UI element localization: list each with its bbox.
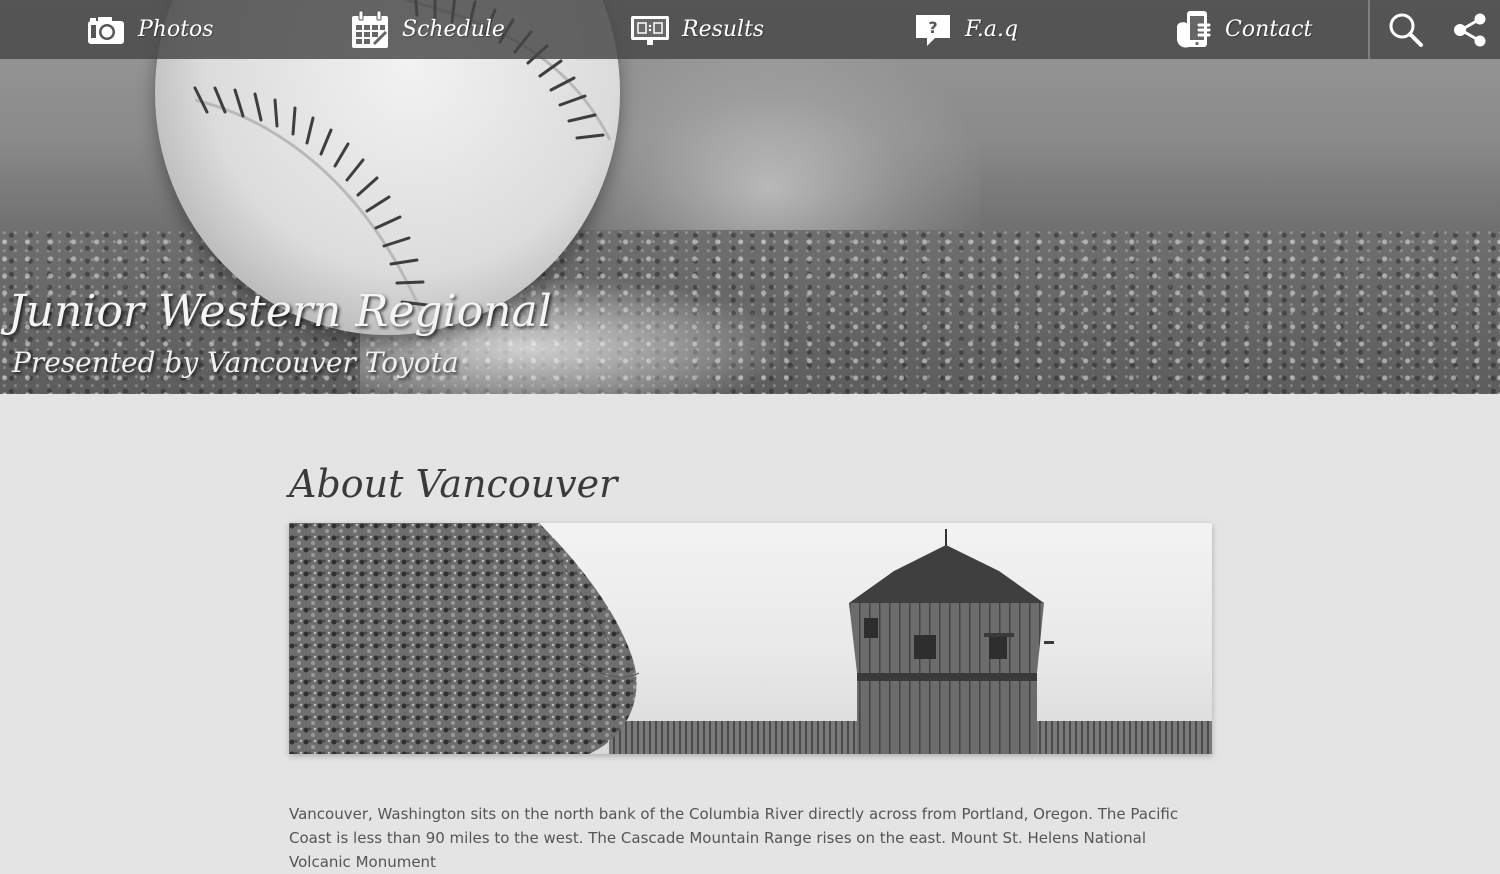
nav-label-contact: Contact bbox=[1225, 17, 1313, 42]
camera-icon bbox=[88, 16, 124, 44]
svg-text:?: ? bbox=[928, 18, 937, 37]
nav-label-results: Results bbox=[682, 17, 765, 42]
vancouver-fort-photo bbox=[289, 523, 1212, 754]
nav-item-faq[interactable]: ? F.a.q bbox=[913, 0, 1018, 59]
search-icon bbox=[1389, 13, 1423, 47]
scoreboard-icon bbox=[631, 15, 669, 45]
nav-divider bbox=[1368, 0, 1370, 59]
top-navigation-bar: Photos Schedule Results ? F.a.q Contact bbox=[0, 0, 1500, 59]
about-body-text: Vancouver, Washington sits on the north … bbox=[289, 805, 1179, 871]
hero-banner: Junior Western Regional Presented by Van… bbox=[0, 0, 1500, 394]
nav-label-photos: Photos bbox=[138, 17, 214, 42]
nav-label-schedule: Schedule bbox=[402, 17, 505, 42]
calendar-icon bbox=[352, 10, 388, 48]
question-bubble-icon: ? bbox=[916, 14, 950, 46]
section-title: About Vancouver bbox=[289, 462, 618, 506]
share-icon bbox=[1454, 13, 1486, 47]
hero-subtitle: Presented by Vancouver Toyota bbox=[12, 346, 459, 379]
nav-item-schedule[interactable]: Schedule bbox=[350, 0, 505, 59]
share-button[interactable] bbox=[1450, 10, 1490, 50]
phone-hand-icon bbox=[1177, 10, 1211, 48]
nav-item-photos[interactable]: Photos bbox=[86, 0, 214, 59]
search-button[interactable] bbox=[1386, 10, 1426, 50]
nav-item-results[interactable]: Results bbox=[630, 0, 764, 59]
nav-label-faq: F.a.q bbox=[965, 17, 1019, 42]
hero-title: Junior Western Regional bbox=[8, 286, 552, 337]
nav-item-contact[interactable]: Contact bbox=[1175, 0, 1312, 59]
